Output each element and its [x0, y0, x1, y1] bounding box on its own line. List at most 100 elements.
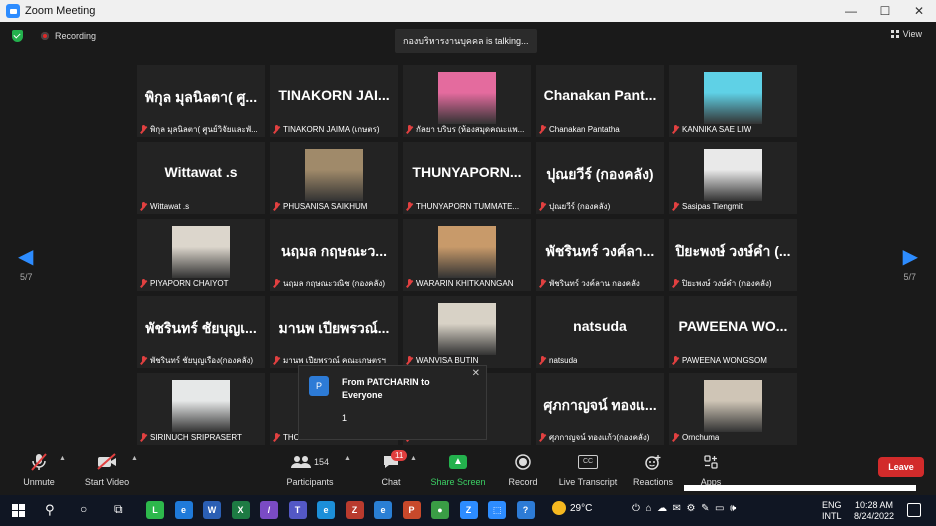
participants-caret-icon[interactable]: ▲: [344, 455, 351, 462]
ie-icon[interactable]: e: [374, 501, 392, 519]
participant-name: PHUSANISA SAIKHUM: [283, 201, 368, 211]
cortana-icon[interactable]: ○: [80, 502, 87, 516]
participant-tile[interactable]: นฤมล กฤษณะว... นฤมล กฤษณะวณิช (กองคลัง): [270, 219, 398, 291]
participants-button[interactable]: 154 Participants: [284, 451, 336, 487]
live-transcript-label: Live Transcript: [558, 477, 618, 487]
record-icon: [506, 451, 540, 473]
participant-tile[interactable]: ศุภกาญจน์ ทองแ... ศุภกาญจน์ ทองแก้ว(กองคล…: [536, 373, 664, 445]
weather-sun-icon: [552, 501, 566, 515]
tray-icons[interactable]: ⏻ ⌂ ☁ ✉ ⚙ ✎ ▭ 🕪: [632, 503, 736, 514]
shield-icon[interactable]: [12, 30, 23, 42]
participant-caption: พัชรินทร์ ชัยบุญเรือง(กองคลัง): [140, 354, 262, 366]
app-icon[interactable]: /: [260, 501, 278, 519]
weather-widget[interactable]: 29°C: [552, 501, 592, 515]
participant-tile[interactable]: ปุณยวีร์ (กองคลัง) ปุณยวีร์ (กองคลัง): [536, 142, 664, 214]
filezilla-icon[interactable]: Z: [345, 501, 364, 519]
chat-notification[interactable]: P From PATCHARIN to Everyone 1 ✕: [298, 365, 487, 440]
help-icon[interactable]: ?: [516, 501, 535, 519]
zoom-icon[interactable]: Z: [459, 501, 478, 519]
next-page-arrow-icon[interactable]: ▶: [903, 244, 918, 269]
participant-photo: [704, 149, 762, 201]
mic-muted-icon: [140, 278, 147, 288]
word-icon[interactable]: W: [203, 501, 221, 519]
participant-name: Chanakan Pantatha: [549, 124, 620, 134]
participant-tile[interactable]: PIYAPORN CHAIYOT: [137, 219, 265, 291]
close-window-button[interactable]: ✕: [902, 4, 936, 18]
participant-caption: THUNYAPORN TUMMATE...: [406, 200, 528, 212]
participant-name: พิกุล มุลนิลตา( ศูนย์วิจัยและพั...: [150, 124, 258, 134]
participant-tile[interactable]: PAWEENA WO... PAWEENA WONGSOM: [669, 296, 797, 368]
recording-icon: [41, 32, 49, 40]
chat-caret-icon[interactable]: ▲: [410, 455, 417, 462]
participant-tile[interactable]: Sasipas Tiengmit: [669, 142, 797, 214]
chat-button[interactable]: 11 Chat: [374, 450, 408, 487]
mic-muted-icon: [273, 278, 280, 288]
participant-tile[interactable]: PHUSANISA SAIKHUM: [270, 142, 398, 214]
participant-tile[interactable]: natsuda natsuda: [536, 296, 664, 368]
participant-name: Sasipas Tiengmit: [682, 201, 743, 211]
maximize-button[interactable]: ☐: [868, 4, 902, 18]
participants-icon: 154: [284, 451, 336, 473]
participant-tile[interactable]: มานพ เปียพรวณ์... มานพ เปียพรวณ์ คณะเกษตร…: [270, 296, 398, 368]
participant-tile[interactable]: THUNYAPORN... THUNYAPORN TUMMATE...: [403, 142, 531, 214]
close-icon[interactable]: ✕: [472, 368, 480, 379]
leave-button[interactable]: Leave: [878, 457, 924, 477]
task-view-icon[interactable]: ⧉: [114, 502, 123, 517]
language-top: ENG: [822, 500, 842, 510]
teams-icon[interactable]: T: [288, 501, 307, 519]
participant-name: WARARIN KHITKANNGAN: [416, 278, 514, 288]
clock[interactable]: 10:28 AM 8/24/2022: [850, 500, 898, 522]
participant-tile[interactable]: KANNIKA SAE LIW: [669, 65, 797, 137]
language-indicator[interactable]: ENG INTL: [822, 500, 842, 522]
participant-tile[interactable]: Wittawat .s Wittawat .s: [137, 142, 265, 214]
participant-tile[interactable]: พัชรินทร์ ชัยบุญเ... พัชรินทร์ ชัยบุญเรือ…: [137, 296, 265, 368]
reactions-button[interactable]: Reactions: [630, 451, 676, 487]
participant-tile[interactable]: ปิยะพงษ์ วงษ์คำ (... ปิยะพงษ์ วงษ์คำ (กอง…: [669, 219, 797, 291]
chrome-icon[interactable]: ●: [431, 501, 449, 519]
record-button[interactable]: Record: [506, 451, 540, 487]
participant-photo: [172, 226, 230, 278]
participant-tile[interactable]: พัชรินทร์ วงค์ลา... พัชรินทร์ วงค์ลาน กอง…: [536, 219, 664, 291]
line-icon[interactable]: L: [146, 501, 164, 519]
apps-button[interactable]: Apps: [696, 451, 726, 487]
participant-display-name: PAWEENA WO...: [678, 318, 788, 334]
participant-tile[interactable]: กัลยา บริบร (ห้องสมุดคณะแพ...: [403, 65, 531, 137]
participant-tile[interactable]: SIRINUCH SRIPRASERT: [137, 373, 265, 445]
search-icon[interactable]: ⚲: [45, 502, 55, 518]
live-transcript-button[interactable]: CC Live Transcript: [555, 451, 621, 487]
mic-muted-icon: [406, 278, 413, 288]
share-screen-button[interactable]: ▲ Share Screen: [428, 451, 488, 487]
minimize-button[interactable]: —: [834, 4, 868, 18]
edge2-icon[interactable]: e: [317, 501, 335, 519]
meeting-status: Recording: [12, 30, 96, 42]
participant-tile[interactable]: Chanakan Pant... Chanakan Pantatha: [536, 65, 664, 137]
prev-page-arrow-icon[interactable]: ◀: [18, 244, 33, 269]
powerpoint-icon[interactable]: P: [402, 501, 421, 519]
meeting-toolbar: Unmute ▲ Start Video ▲ 154 Participants …: [0, 445, 936, 491]
audio-options-caret-icon[interactable]: ▲: [59, 455, 66, 462]
view-button[interactable]: View: [890, 29, 922, 39]
participant-tile[interactable]: TINAKORN JAI... TINAKORN JAIMA (เกษตร): [270, 65, 398, 137]
recording-label: Recording: [55, 31, 97, 41]
participant-caption: PHUSANISA SAIKHUM: [273, 200, 395, 212]
excel-icon[interactable]: X: [231, 501, 250, 519]
mic-muted-icon: [539, 201, 546, 211]
zoom2-icon[interactable]: ⬚: [488, 501, 506, 519]
notifications-icon[interactable]: [907, 503, 921, 517]
participant-photo: [704, 380, 762, 432]
record-label: Record: [508, 477, 538, 487]
windows-start-icon[interactable]: [12, 504, 25, 519]
edge-icon[interactable]: e: [174, 501, 193, 519]
participant-photo: [438, 72, 496, 124]
mic-muted-icon: [140, 124, 147, 134]
participant-tile[interactable]: WARARIN KHITKANNGAN: [403, 219, 531, 291]
participant-tile[interactable]: พิกุล มุลนิลตา( ศู... พิกุล มุลนิลตา( ศูน…: [137, 65, 265, 137]
participant-name: PIYAPORN CHAIYOT: [150, 278, 229, 288]
participant-name: THUNYAPORN TUMMATE...: [416, 201, 520, 211]
participant-tile[interactable]: Ornchuma: [669, 373, 797, 445]
start-video-button[interactable]: Start Video: [82, 451, 132, 487]
participant-tile[interactable]: WANVISA BUTIN: [403, 296, 531, 368]
video-options-caret-icon[interactable]: ▲: [131, 455, 138, 462]
participant-name: นฤมล กฤษณะวณิช (กองคลัง): [283, 278, 385, 288]
unmute-button[interactable]: Unmute: [18, 451, 60, 487]
